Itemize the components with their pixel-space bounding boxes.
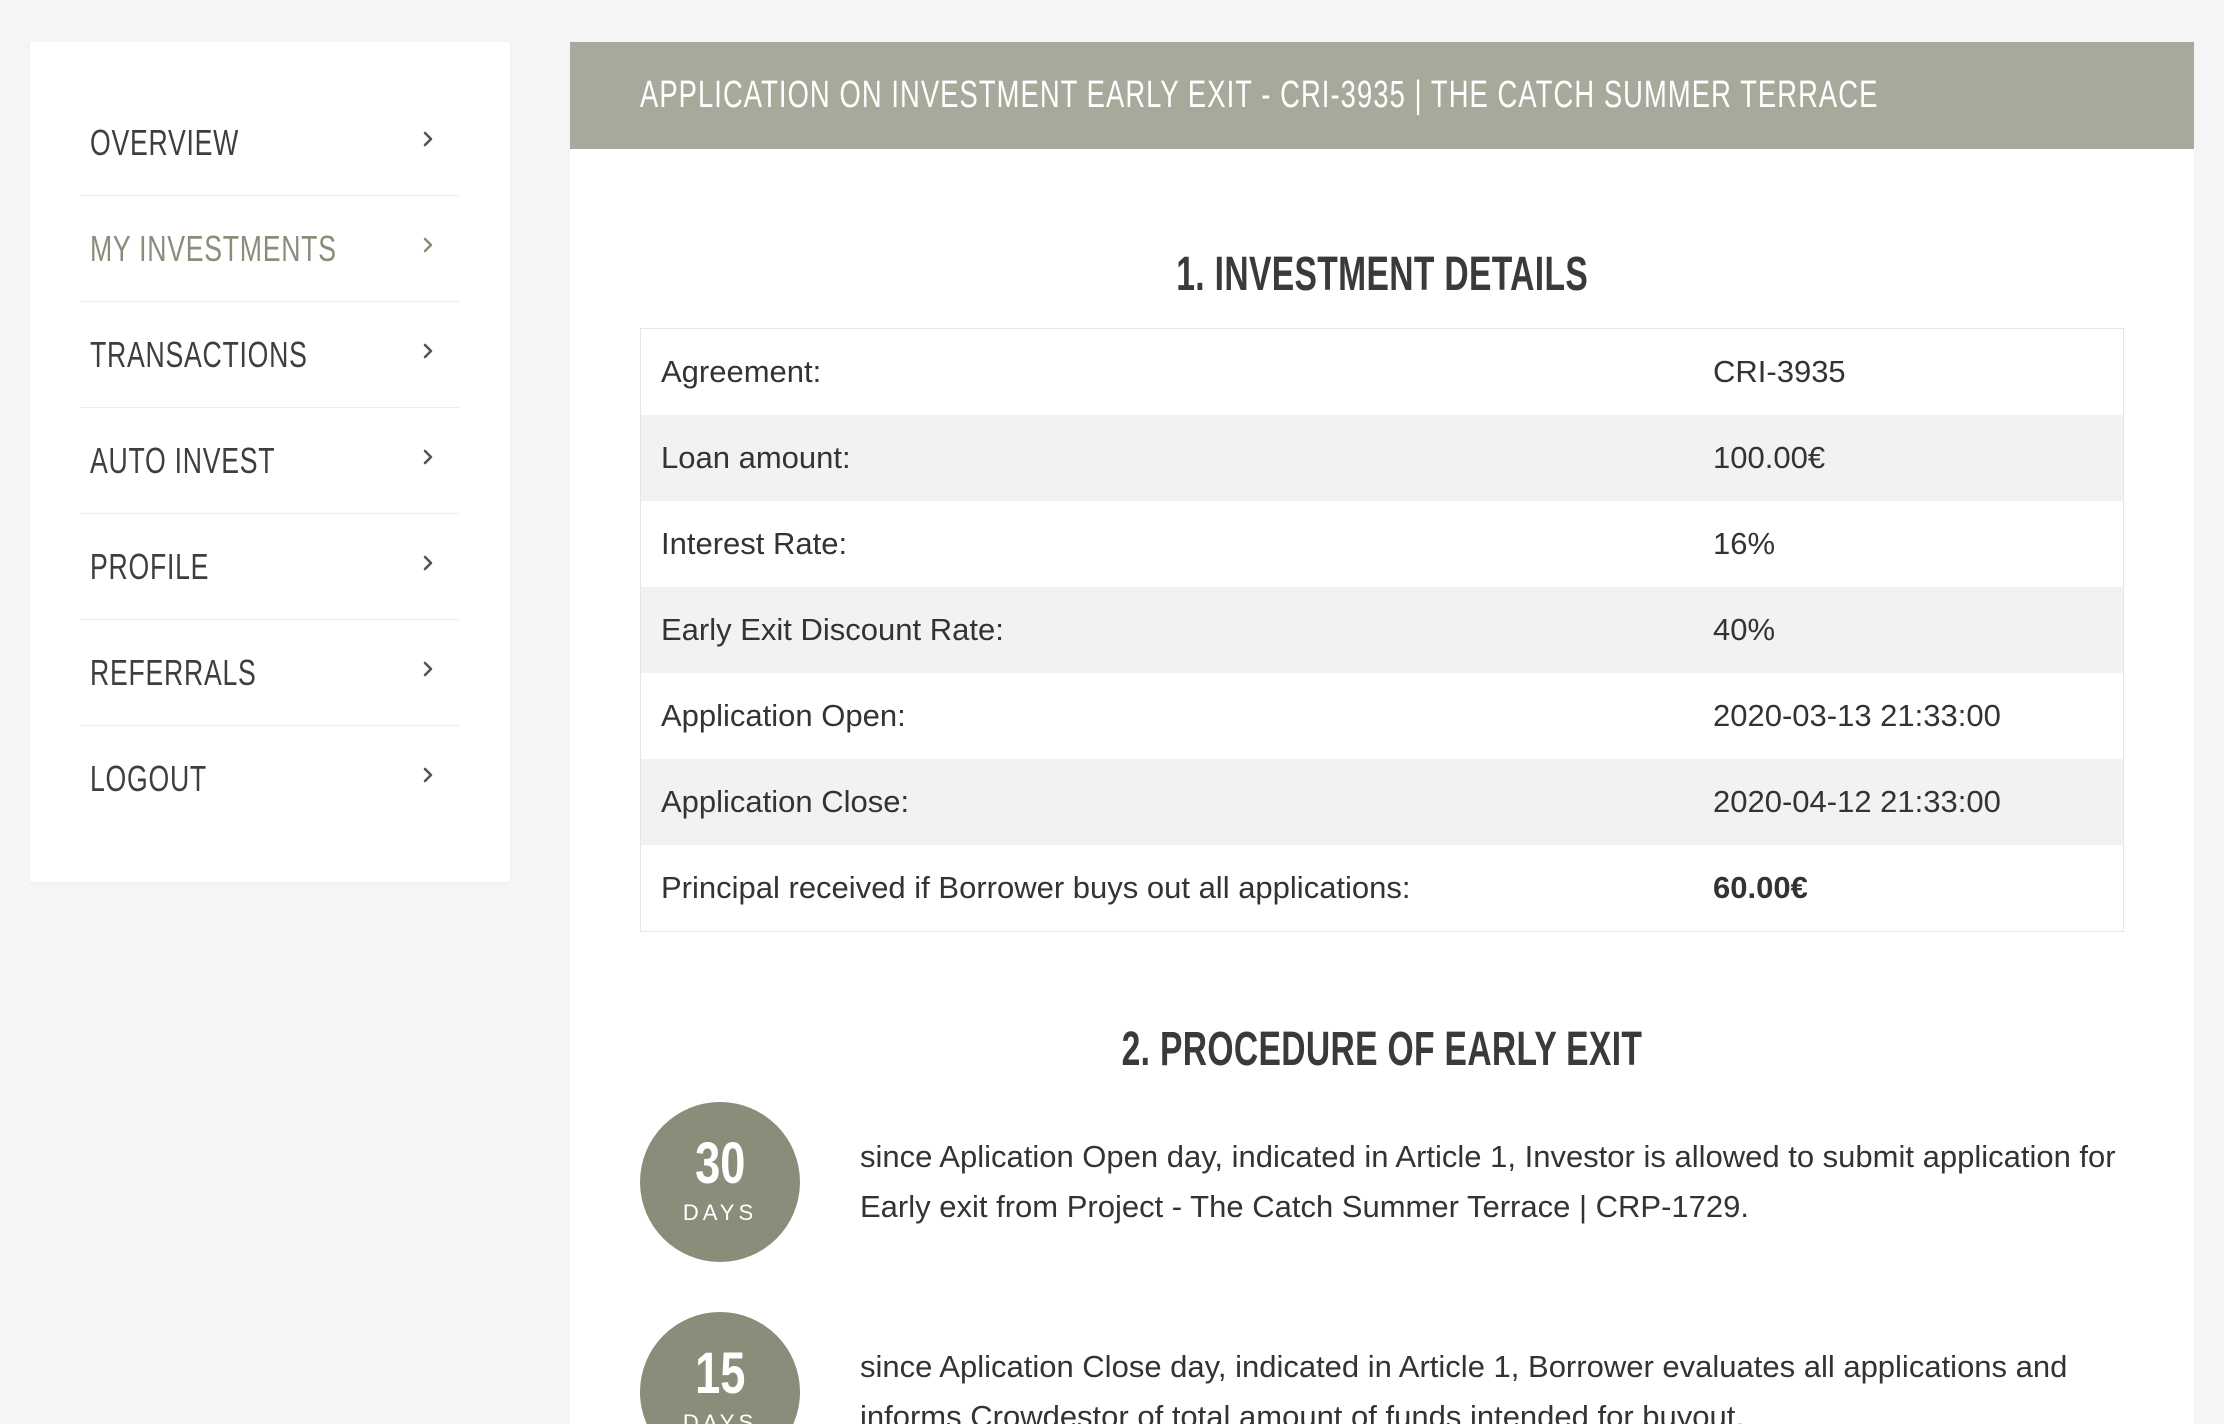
sidebar-nav: Overview My Investments Transactions Aut…: [30, 42, 510, 882]
table-row: Principal received if Borrower buys out …: [641, 845, 2123, 931]
row-label: Early Exit Discount Rate:: [661, 612, 1004, 647]
table-row: Loan amount: 100.00€: [641, 415, 2123, 501]
main-panel: Application on investment early exit - C…: [570, 42, 2194, 1424]
investment-details-table: Agreement: CRI-3935 Loan amount: 100.00€…: [640, 328, 2124, 932]
days-unit: Days: [682, 1200, 758, 1225]
days-badge: 15 Days: [640, 1312, 800, 1424]
table-row: Application Close: 2020-04-12 21:33:00: [641, 759, 2123, 845]
sidebar-item-transactions[interactable]: Transactions: [80, 302, 460, 408]
section-title-text: 2. Procedure of early exit: [1121, 1023, 1643, 1076]
row-label: Loan amount:: [661, 440, 851, 475]
step-description: since Aplication Close day, indicated in…: [860, 1349, 2068, 1424]
chevron-right-icon: [418, 447, 438, 467]
row-label: Interest Rate:: [661, 526, 848, 561]
sidebar-item-label: Profile: [90, 545, 210, 587]
chevron-right-icon: [418, 553, 438, 573]
sidebar-item-label: Auto Invest: [90, 439, 276, 481]
step-description: since Aplication Open day, indicated in …: [860, 1139, 2116, 1224]
row-label: Application Open:: [661, 698, 906, 733]
row-value: 2020-03-13 21:33:00: [1713, 698, 2001, 733]
page-title: Application on investment early exit - C…: [640, 74, 1879, 116]
days-badge: 30 Days: [640, 1102, 800, 1262]
sidebar-item-label: My Investments: [90, 227, 337, 269]
row-label: Application Close:: [661, 784, 910, 819]
table-row: Application Open: 2020-03-13 21:33:00: [641, 673, 2123, 759]
procedure-step: 15 Days since Aplication Close day, indi…: [640, 1312, 2124, 1424]
sidebar-item-logout[interactable]: Logout: [80, 726, 460, 832]
sidebar-item-label: Transactions: [90, 333, 308, 375]
sidebar-item-referrals[interactable]: Referrals: [80, 620, 460, 726]
row-label: Agreement:: [661, 354, 822, 389]
chevron-right-icon: [418, 129, 438, 149]
row-value: 60.00€: [1713, 870, 1808, 905]
table-row: Interest Rate: 16%: [641, 501, 2123, 587]
procedure-step: 30 Days since Aplication Open day, indic…: [640, 1102, 2124, 1272]
sidebar-item-my-investments[interactable]: My Investments: [80, 196, 460, 302]
sidebar-item-profile[interactable]: Profile: [80, 514, 460, 620]
row-value: CRI-3935: [1713, 354, 1846, 389]
section-title-text: 1. Investment details: [1176, 248, 1588, 301]
chevron-right-icon: [418, 659, 438, 679]
row-label: Principal received if Borrower buys out …: [661, 870, 1411, 905]
sidebar-item-auto-invest[interactable]: Auto Invest: [80, 408, 460, 514]
chevron-right-icon: [418, 235, 438, 255]
row-value: 100.00€: [1713, 440, 1826, 475]
row-value: 16%: [1713, 526, 1776, 561]
table-row: Agreement: CRI-3935: [641, 329, 2123, 415]
sidebar-item-label: Referrals: [90, 651, 257, 693]
table-row: Early Exit Discount Rate: 40%: [641, 587, 2123, 673]
chevron-right-icon: [418, 341, 438, 361]
sidebar-item-overview[interactable]: Overview: [80, 42, 460, 196]
section-title-procedure: 2. Procedure of early exit: [570, 1022, 2194, 1077]
days-number: 15: [694, 1341, 746, 1406]
days-unit: Days: [682, 1410, 758, 1424]
days-number: 30: [694, 1131, 746, 1196]
page-header: Application on investment early exit - C…: [570, 42, 2194, 149]
row-value: 2020-04-12 21:33:00: [1713, 784, 2001, 819]
section-title-investment-details: 1. Investment details: [570, 247, 2194, 302]
sidebar-item-label: Overview: [90, 121, 240, 163]
chevron-right-icon: [418, 765, 438, 785]
sidebar-item-label: Logout: [90, 758, 207, 799]
row-value: 40%: [1713, 612, 1776, 647]
